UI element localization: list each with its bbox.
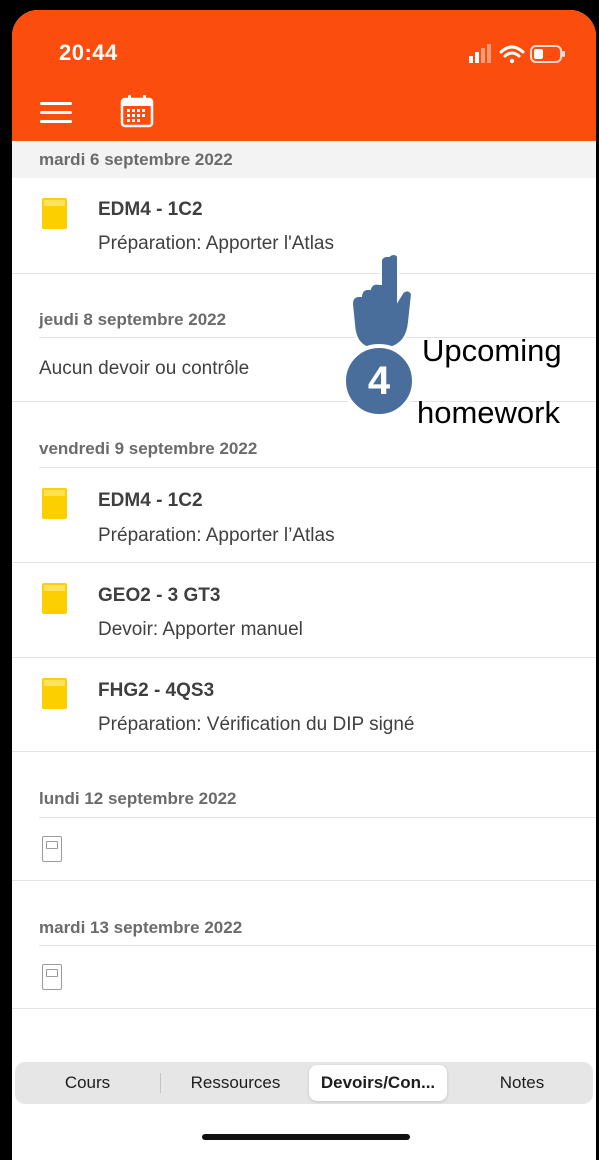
day-header: mardi 13 septembre 2022 bbox=[12, 911, 596, 945]
book-icon bbox=[42, 583, 67, 614]
course-name: GEO2 - 3 GT3 bbox=[98, 585, 221, 606]
segmented-tab-bar: Cours Ressources Devoirs/Con... Notes bbox=[15, 1062, 593, 1104]
course-name: EDM4 - 1C2 bbox=[98, 490, 203, 511]
app-header: 20:44 bbox=[12, 10, 596, 141]
tab-cours[interactable]: Cours bbox=[15, 1062, 160, 1104]
signal-icon bbox=[469, 44, 491, 63]
hand-pointer-icon bbox=[350, 253, 414, 349]
book-icon bbox=[42, 678, 67, 709]
empty-book-icon bbox=[42, 964, 62, 990]
calendar-icon[interactable] bbox=[120, 94, 154, 128]
divider bbox=[12, 273, 596, 274]
homework-item[interactable]: FHG2 - 4QS3 Préparation: Vérification du… bbox=[12, 658, 596, 751]
homework-description: Préparation: Apporter l'Atlas bbox=[98, 233, 334, 254]
home-indicator bbox=[202, 1134, 410, 1140]
course-name: EDM4 - 1C2 bbox=[98, 199, 203, 220]
divider bbox=[39, 945, 596, 946]
day-header: jeudi 8 septembre 2022 bbox=[12, 303, 596, 337]
divider bbox=[12, 1008, 596, 1009]
step-badge: 4 bbox=[342, 344, 416, 418]
day-header: vendredi 9 septembre 2022 bbox=[12, 432, 596, 466]
status-time: 20:44 bbox=[59, 40, 118, 65]
book-icon bbox=[42, 488, 67, 519]
course-name: FHG2 - 4QS3 bbox=[98, 680, 215, 701]
annotation-line2: homework bbox=[417, 395, 560, 430]
book-icon bbox=[42, 198, 67, 229]
tab-devoirs[interactable]: Devoirs/Con... bbox=[309, 1065, 447, 1101]
homework-item[interactable]: EDM4 - 1C2 Préparation: Apporter l’Atlas bbox=[12, 468, 596, 562]
phone-screen: 20:44 mardi 6 septembre 2022 EDM4 - 1C2 … bbox=[12, 10, 596, 1160]
annotation-line1: Upcoming bbox=[422, 333, 562, 368]
menu-icon[interactable] bbox=[40, 102, 72, 124]
day-header: mardi 6 septembre 2022 bbox=[12, 141, 596, 178]
divider bbox=[12, 751, 596, 752]
homework-description: Préparation: Apporter l’Atlas bbox=[98, 525, 335, 546]
tab-notes[interactable]: Notes bbox=[451, 1062, 593, 1104]
battery-icon bbox=[530, 45, 565, 63]
tab-ressources[interactable]: Ressources bbox=[163, 1062, 308, 1104]
day-header: lundi 12 septembre 2022 bbox=[12, 782, 596, 816]
homework-item[interactable]: EDM4 - 1C2 Préparation: Apporter l'Atlas bbox=[12, 178, 596, 273]
status-icons bbox=[469, 44, 565, 64]
tab-divider bbox=[160, 1073, 161, 1093]
homework-item[interactable]: GEO2 - 3 GT3 Devoir: Apporter manuel bbox=[12, 563, 596, 657]
wifi-icon bbox=[499, 45, 525, 64]
empty-book-icon bbox=[42, 836, 62, 862]
no-homework-text: Aucun devoir ou contrôle bbox=[39, 358, 250, 379]
homework-description: Devoir: Apporter manuel bbox=[98, 619, 303, 640]
divider bbox=[39, 817, 596, 818]
divider bbox=[12, 880, 596, 881]
homework-description: Préparation: Vérification du DIP signé bbox=[98, 714, 415, 735]
